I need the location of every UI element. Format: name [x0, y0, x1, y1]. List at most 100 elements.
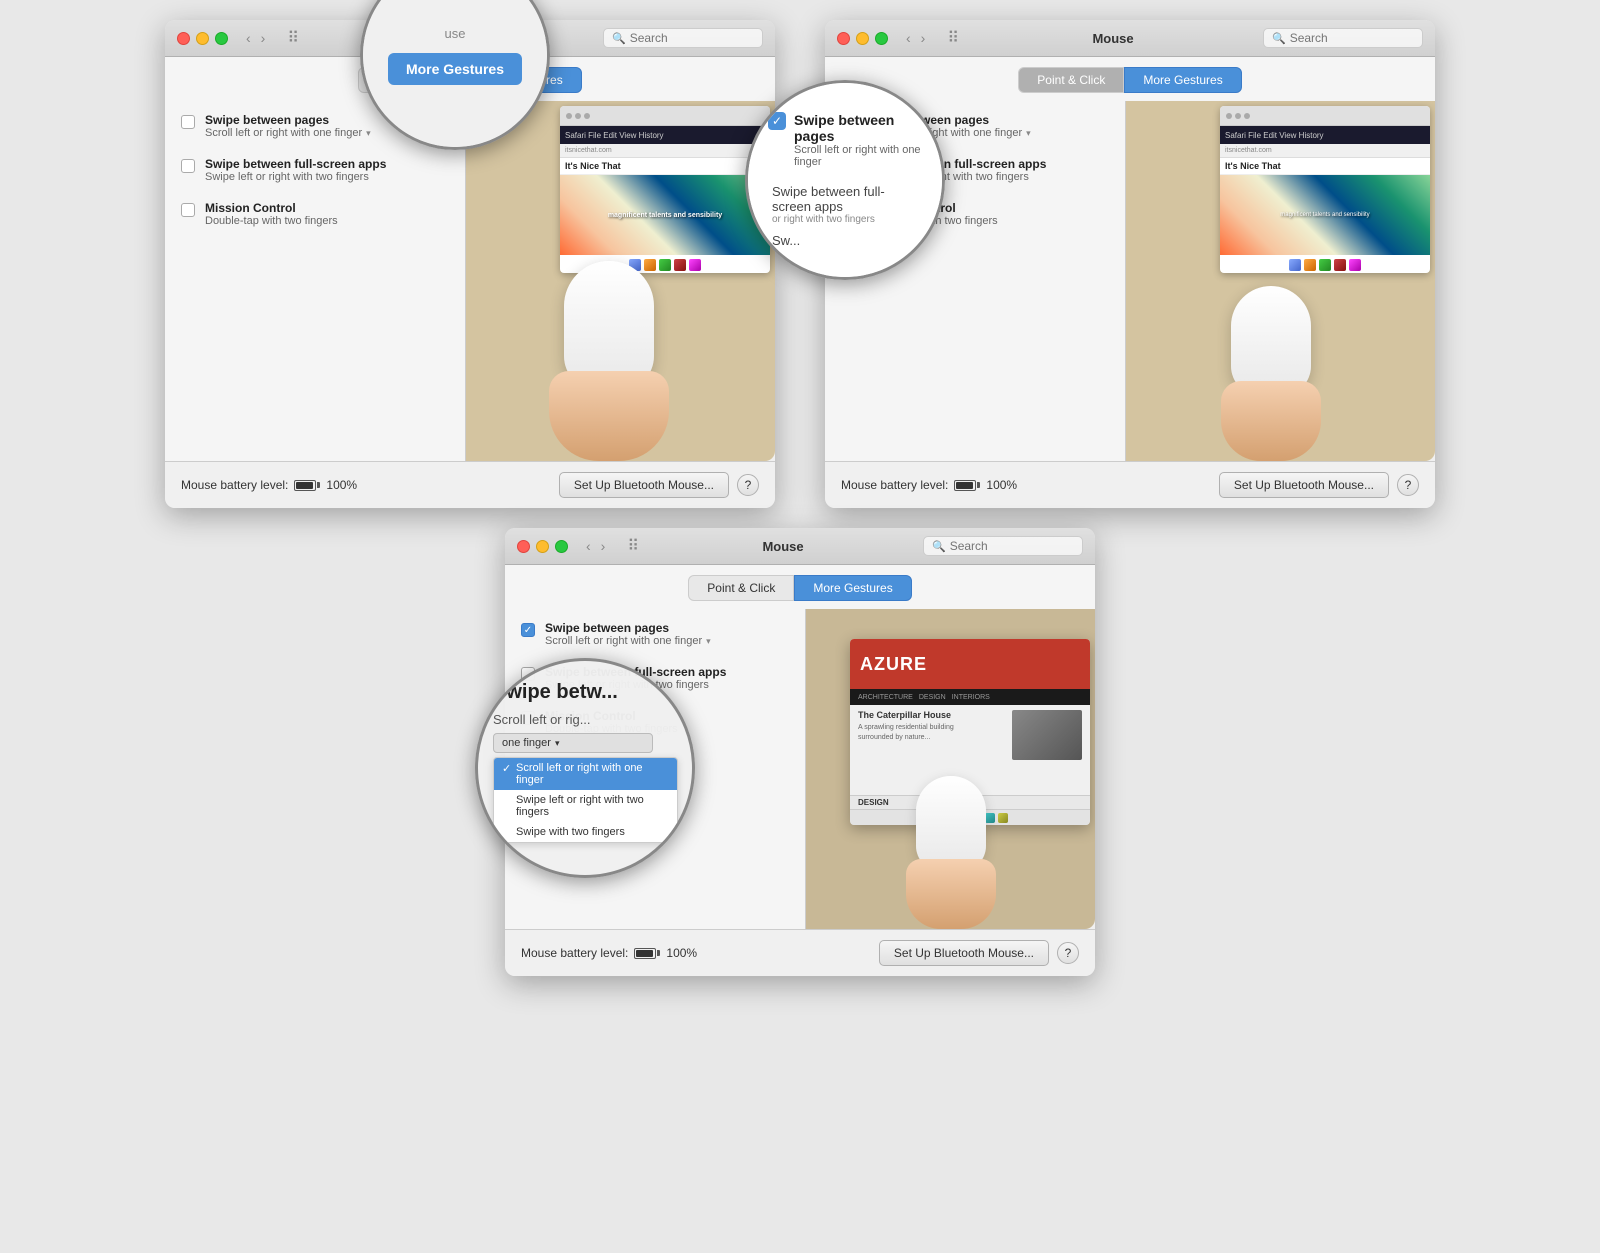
browser-mockup-1: Safari File Edit View History itsnicetha… — [560, 106, 770, 273]
titlebar-3: ‹ › ⠿ Mouse 🔍 — [505, 528, 1095, 565]
battery-tip-3 — [657, 950, 660, 956]
battery-tip-2 — [977, 482, 980, 488]
battery-fill-1 — [296, 482, 312, 489]
back-button-1[interactable]: ‹ — [242, 28, 255, 48]
back-button-2[interactable]: ‹ — [902, 28, 915, 48]
checkbox-mission-control-1[interactable] — [181, 203, 195, 217]
checkbox-swipe-fullscreen-1[interactable] — [181, 159, 195, 173]
tab-point-click-2[interactable]: Point & Click — [1018, 67, 1124, 93]
mission-control-label-1: Mission Control — [205, 201, 338, 215]
search-box-2[interactable]: 🔍 — [1263, 28, 1423, 48]
window-bottom-2: Mouse battery level: 100% Set Up Bluetoo… — [825, 461, 1435, 508]
search-input-1[interactable] — [630, 31, 750, 45]
zoomed-more-gestures-btn: More Gestures — [388, 53, 522, 85]
dropdown-item-1[interactable]: ✓ Scroll left or right with one finger — [494, 758, 677, 790]
dock-2-2 — [1304, 259, 1316, 271]
magnifier-content-bottom: Swipe betw... Scroll left or rig... one … — [478, 661, 692, 875]
dropdown-item-2-label: Swipe left or right with two fingers — [516, 794, 644, 818]
art-text-2: magnificent talents and sensibility — [1280, 212, 1369, 218]
art-text-1: magnificent talents and sensibility — [608, 212, 722, 219]
close-button-2[interactable] — [837, 32, 850, 45]
help-btn-2[interactable]: ? — [1397, 474, 1419, 496]
dropdown-popup-bottom: ✓ Scroll left or right with one finger S… — [493, 757, 678, 843]
help-btn-3[interactable]: ? — [1057, 942, 1079, 964]
dropdown-item-1-label: Scroll left or right with one finger — [516, 762, 643, 786]
search-box-3[interactable]: 🔍 — [923, 536, 1083, 556]
traffic-lights-2 — [837, 32, 888, 45]
battery-label-1: Mouse battery level: — [181, 478, 288, 492]
battery-body-3 — [634, 948, 656, 959]
close-button-1[interactable] — [177, 32, 190, 45]
magnifier-content-2: ✓ Swipe between pages Scroll left or rig… — [748, 83, 942, 277]
mag2-text-1: Swipe between pages Scroll left or right… — [794, 112, 922, 168]
nav-buttons-1: ‹ › — [242, 28, 269, 48]
battery-info-3: Mouse battery level: 100% — [521, 946, 697, 960]
window-title-3: Mouse — [651, 539, 915, 554]
minimize-button-3[interactable] — [536, 540, 549, 553]
back-button-3[interactable]: ‹ — [582, 536, 595, 556]
browser-url-2: itsnicethat.com — [1225, 147, 1272, 154]
nav-buttons-3: ‹ › — [582, 536, 609, 556]
mag2-checkbox: ✓ — [768, 112, 786, 130]
forward-button-2[interactable]: › — [917, 28, 930, 48]
minimize-button-2[interactable] — [856, 32, 869, 45]
dropdown-trigger-bottom[interactable]: one finger ▾ — [493, 733, 653, 753]
browser-mockup-2: Safari File Edit View History itsnicetha… — [1220, 106, 1430, 273]
mouse-hand-3 — [906, 776, 996, 929]
dock-icon-4 — [674, 259, 686, 271]
close-button-3[interactable] — [517, 540, 530, 553]
maximize-button-1[interactable] — [215, 32, 228, 45]
bottom-right-3: Set Up Bluetooth Mouse... ? — [879, 940, 1079, 966]
dropdown-item-3[interactable]: Swipe with two fingers — [494, 822, 677, 842]
bottom-right-1: Set Up Bluetooth Mouse... ? — [559, 472, 759, 498]
azure-nav-item-3: INTERIORS — [952, 694, 990, 701]
help-btn-1[interactable]: ? — [737, 474, 759, 496]
browser-dot-2-2 — [1235, 113, 1241, 119]
dropdown-arrow-3: ▾ — [706, 636, 711, 647]
mouse-hand-2 — [1221, 286, 1321, 461]
gesture-swipe-fullscreen-1: Swipe between full-screen apps Swipe lef… — [181, 157, 449, 183]
swipe-pages-label-3: Swipe between pages — [545, 621, 711, 635]
gesture-mission-control-1: Mission Control Double-tap with two fing… — [181, 201, 449, 227]
browser-dot-3 — [584, 113, 590, 119]
browser-dot-2 — [575, 113, 581, 119]
hand-1 — [549, 371, 669, 461]
traffic-lights-1 — [177, 32, 228, 45]
search-icon-3: 🔍 — [932, 540, 946, 553]
forward-button-1[interactable]: › — [257, 28, 270, 48]
maximize-button-3[interactable] — [555, 540, 568, 553]
maximize-button-2[interactable] — [875, 32, 888, 45]
tab-more-gestures-3[interactable]: More Gestures — [794, 575, 911, 601]
tab-more-gestures-2[interactable]: More Gestures — [1124, 67, 1241, 93]
zoomed-title: use — [445, 26, 466, 41]
setup-bluetooth-btn-2[interactable]: Set Up Bluetooth Mouse... — [1219, 472, 1389, 498]
azure-header: AZURE — [850, 639, 1090, 689]
magnifier-circle-2: ✓ Swipe between pages Scroll left or rig… — [745, 80, 945, 280]
browser-menu-item-1: Safari File Edit View History — [565, 131, 664, 140]
grid-icon-3: ⠿ — [627, 536, 639, 556]
battery-level-2: 100% — [986, 478, 1017, 492]
forward-button-3[interactable]: › — [597, 536, 610, 556]
setup-bluetooth-btn-3[interactable]: Set Up Bluetooth Mouse... — [879, 940, 1049, 966]
mag2-title-1: Swipe between pages — [794, 112, 922, 144]
battery-level-1: 100% — [326, 478, 357, 492]
mag-scroll-label: Scroll left or rig... — [493, 712, 677, 727]
search-input-2[interactable] — [1290, 31, 1410, 45]
checkbox-swipe-pages-1[interactable] — [181, 115, 195, 129]
battery-body-1 — [294, 480, 316, 491]
dropdown-item-2[interactable]: Swipe left or right with two fingers — [494, 790, 677, 822]
search-box-1[interactable]: 🔍 — [603, 28, 763, 48]
search-input-3[interactable] — [950, 539, 1070, 553]
tab-point-click-3[interactable]: Point & Click — [688, 575, 794, 601]
checkbox-swipe-pages-3[interactable]: ✓ — [521, 623, 535, 637]
azure-nav-item-2: DESIGN — [919, 694, 946, 701]
swipe-pages-sub-1: Scroll left or right with one finger ▾ — [205, 127, 371, 139]
setup-bluetooth-btn-1[interactable]: Set Up Bluetooth Mouse... — [559, 472, 729, 498]
dock-2-5 — [1349, 259, 1361, 271]
search-icon-2: 🔍 — [1272, 32, 1286, 45]
grid-icon-2: ⠿ — [947, 28, 959, 48]
minimize-button-1[interactable] — [196, 32, 209, 45]
browser-dock-2 — [1220, 255, 1430, 273]
nav-buttons-2: ‹ › — [902, 28, 929, 48]
mag2-swipe-sub: or right with two fingers — [772, 214, 922, 225]
